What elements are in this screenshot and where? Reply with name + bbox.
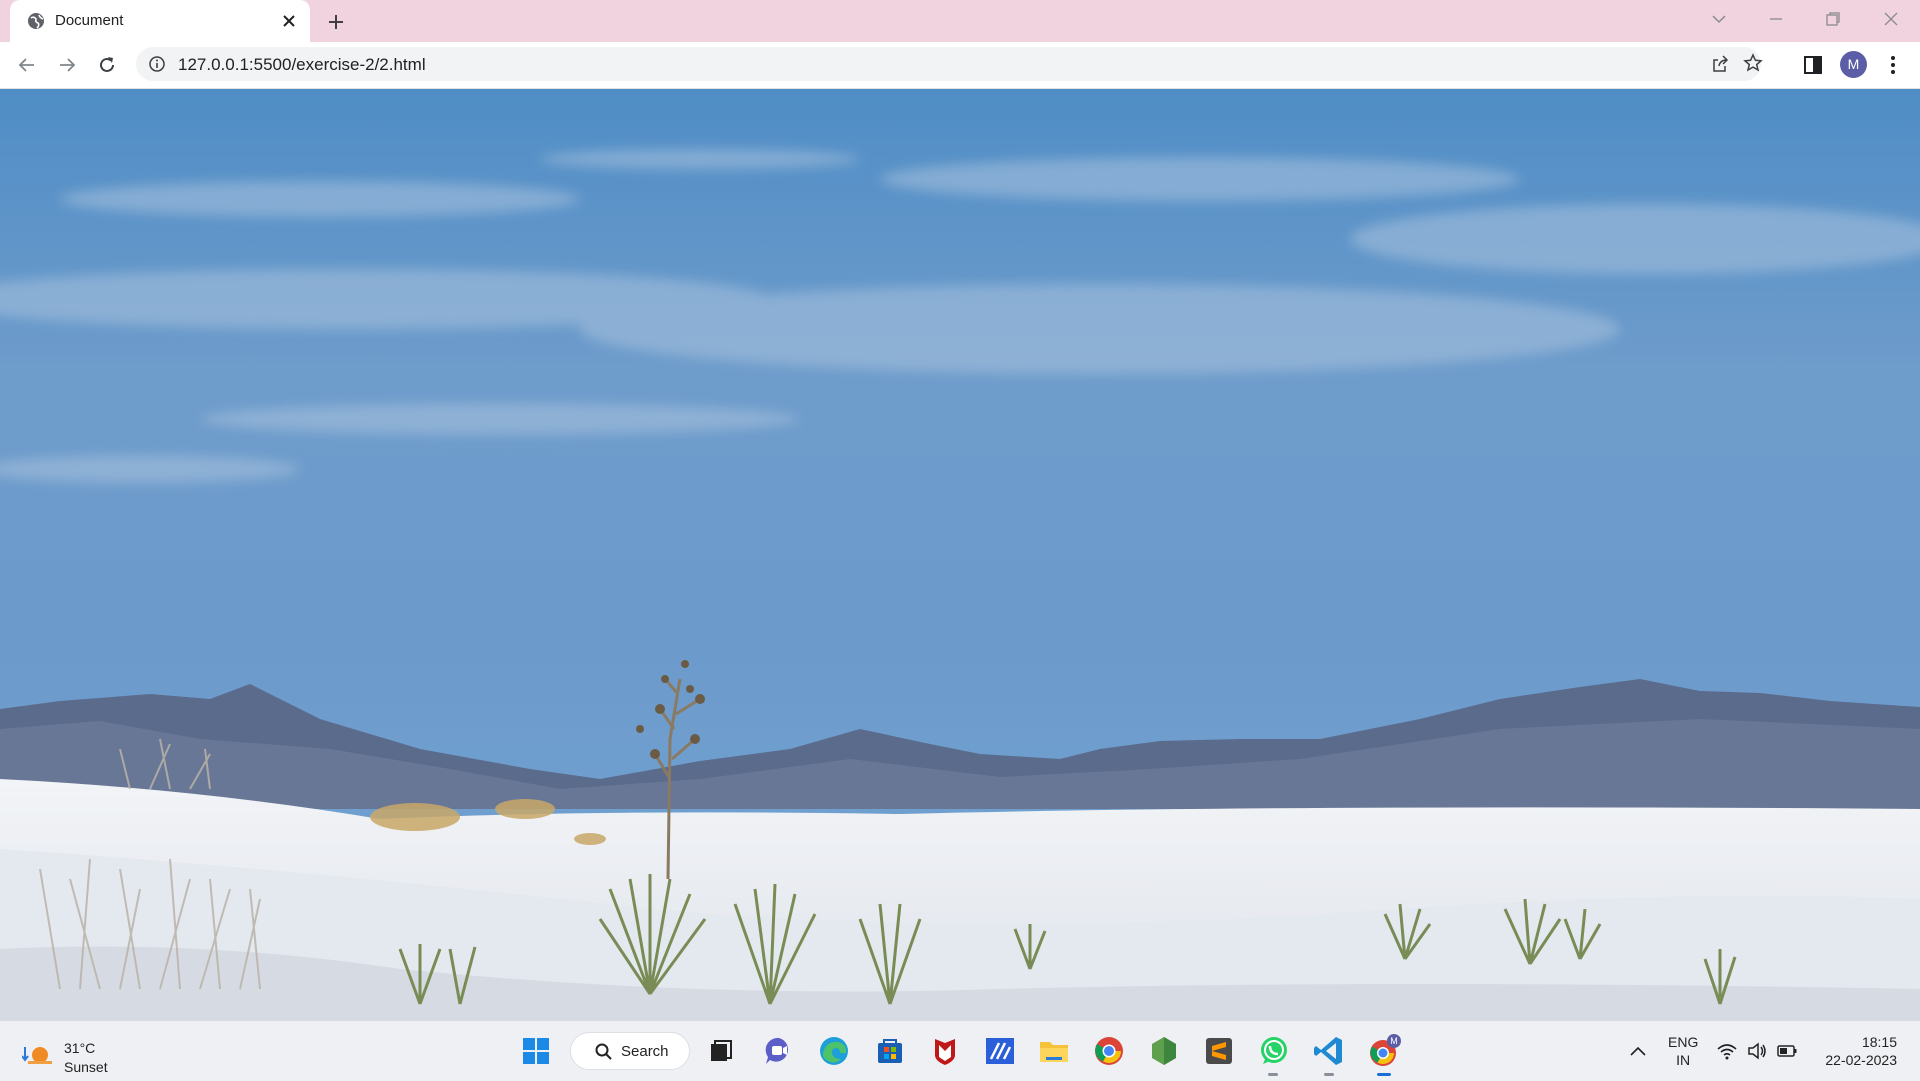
region-code: IN xyxy=(1676,1052,1691,1068)
file-explorer-icon[interactable] xyxy=(1036,1033,1072,1069)
mcafee-icon[interactable] xyxy=(927,1033,963,1069)
bookmark-star-icon[interactable] xyxy=(1743,53,1763,73)
nodejs-icon[interactable] xyxy=(1146,1033,1182,1069)
chrome-icon[interactable] xyxy=(1091,1033,1127,1069)
profile-avatar[interactable]: M xyxy=(1840,51,1867,78)
whatsapp-running-indicator xyxy=(1268,1073,1278,1076)
sunset-weather-icon xyxy=(22,1047,52,1064)
new-tab-icon[interactable] xyxy=(325,11,347,33)
wifi-icon[interactable] xyxy=(1716,1040,1738,1062)
tab-document[interactable]: Document xyxy=(10,0,310,42)
url-text[interactable]: 127.0.0.1:5500/exercise-2/2.html xyxy=(178,55,426,75)
chrome-profile-icon[interactable]: M xyxy=(1366,1033,1402,1069)
landscape-image xyxy=(0,89,1920,1020)
globe-icon xyxy=(28,13,44,29)
visual-studio-icon[interactable] xyxy=(982,1033,1018,1069)
forward-icon[interactable] xyxy=(56,54,78,76)
clock-date: 22-02-2023 xyxy=(1825,1052,1897,1068)
start-icon[interactable] xyxy=(518,1033,554,1069)
restore-icon[interactable] xyxy=(1822,8,1844,30)
svg-text:M: M xyxy=(1390,1036,1398,1046)
battery-icon[interactable] xyxy=(1776,1040,1798,1062)
task-view-icon[interactable] xyxy=(703,1033,739,1069)
search-icon xyxy=(595,1043,612,1060)
chevron-up-icon[interactable] xyxy=(1627,1040,1649,1062)
edge-icon[interactable] xyxy=(816,1033,852,1069)
back-icon[interactable] xyxy=(16,54,38,76)
address-bar[interactable]: 127.0.0.1:5500/exercise-2/2.html xyxy=(136,47,1763,81)
tab-search-chevron-icon[interactable] xyxy=(1708,8,1730,30)
weather-condition: Sunset xyxy=(64,1059,108,1075)
sublime-text-icon[interactable] xyxy=(1201,1033,1237,1069)
whatsapp-icon[interactable] xyxy=(1256,1033,1292,1069)
tab-title: Document xyxy=(55,12,124,29)
vscode-icon[interactable] xyxy=(1311,1033,1347,1069)
browser-toolbar: 127.0.0.1:5500/exercise-2/2.html M xyxy=(0,42,1920,89)
language-code: ENG xyxy=(1668,1034,1699,1050)
site-info-icon[interactable] xyxy=(148,55,166,73)
teams-chat-icon[interactable] xyxy=(761,1033,797,1069)
close-tab-icon[interactable] xyxy=(280,12,298,30)
taskbar-search[interactable]: Search xyxy=(570,1032,690,1070)
close-window-icon[interactable] xyxy=(1880,8,1902,30)
tab-strip: Document xyxy=(0,0,1920,42)
chrome-active-indicator xyxy=(1377,1073,1391,1076)
clock-time: 18:15 xyxy=(1861,1034,1897,1050)
vscode-running-indicator xyxy=(1324,1073,1334,1076)
store-icon[interactable] xyxy=(872,1033,908,1069)
share-icon[interactable] xyxy=(1710,54,1730,74)
system-clock[interactable]: 18:15 22-02-2023 xyxy=(1815,1033,1897,1069)
side-panel-icon[interactable] xyxy=(1802,54,1824,76)
more-menu-icon[interactable] xyxy=(1882,54,1904,76)
volume-icon[interactable] xyxy=(1746,1040,1768,1062)
page-viewport xyxy=(0,89,1920,1020)
windows-taskbar: 31°C Sunset Search M ENG IN 18:15 22-02-… xyxy=(0,1020,1920,1081)
minimize-icon[interactable] xyxy=(1765,8,1787,30)
search-label: Search xyxy=(621,1043,669,1060)
reload-icon[interactable] xyxy=(96,54,118,76)
input-language[interactable]: ENG IN xyxy=(1668,1033,1698,1069)
weather-temperature: 31°C xyxy=(64,1040,96,1056)
